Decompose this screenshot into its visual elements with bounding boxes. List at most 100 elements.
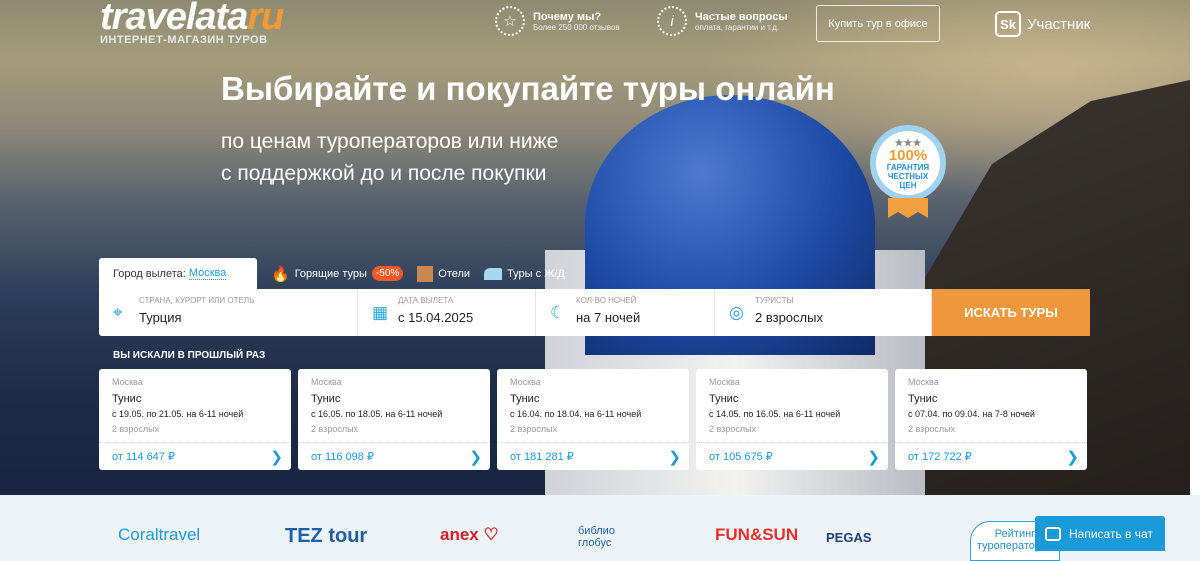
anex-logo[interactable]: anex ♡: [440, 525, 499, 545]
faq-link[interactable]: i Частые вопросы оплата, гарантии и т.д.: [657, 6, 788, 36]
search-tours-button[interactable]: ИСКАТЬ ТУРЫ: [932, 289, 1090, 336]
member-link[interactable]: Sk Участник: [995, 11, 1090, 37]
previous-searches: Москва Тунис с 19.05. по 21.05. на 6-11 но…: [99, 369, 1087, 470]
card-price: от 114 647 ₽: [112, 451, 175, 463]
fire-icon: 🔥: [271, 265, 290, 283]
card-destination: Тунис: [510, 393, 540, 405]
date-value[interactable]: с 15.04.2025: [398, 310, 535, 325]
user-icon: ◎: [729, 303, 744, 322]
badge-line: ЦЕН: [899, 181, 917, 190]
tourists-value[interactable]: 2 взрослых: [755, 310, 931, 325]
scrollbar[interactable]: [1190, 0, 1200, 495]
star-icon: ☆: [495, 6, 525, 36]
card-city: Москва: [709, 377, 740, 387]
tab-label: Туры с Ж/Д: [507, 267, 565, 280]
tab-label: Отели: [438, 267, 471, 280]
tez-tour-logo[interactable]: TEZ tour: [285, 525, 367, 548]
card-destination: Тунис: [908, 393, 938, 405]
chevron-right-icon: ❯: [668, 448, 681, 466]
search-card[interactable]: Москва Тунис с 16.05. по 18.05. на 6-11 но…: [298, 369, 490, 470]
city-link[interactable]: Москва: [188, 267, 227, 280]
search-card[interactable]: Москва Тунис с 14.05. по 16.05. на 6-11 но…: [696, 369, 888, 470]
coral-travel-logo[interactable]: Coraltravel: [118, 525, 200, 545]
card-destination: Тунис: [311, 393, 341, 405]
badge-line: ЧЕСТНЫХ: [887, 172, 929, 181]
destination-field[interactable]: ⌖ Страна, курорт или отель Турция: [99, 289, 358, 336]
fun-sun-logo[interactable]: FUN&SUN: [715, 525, 798, 545]
info-icon: i: [657, 6, 687, 36]
why-sub: Более 250 000 отзывов: [533, 22, 620, 32]
card-city: Москва: [510, 377, 541, 387]
page-title: Выбирайте и покупайте туры онлайн: [221, 70, 835, 107]
field-label: Кол-во ночей: [576, 296, 637, 305]
why-us-link[interactable]: ☆ Почему мы? Более 250 000 отзывов: [495, 6, 620, 36]
moon-icon: ☾: [550, 303, 566, 322]
logo-subtitle: ИНТЕРНЕТ-МАГАЗИН ТУРОВ: [100, 34, 268, 46]
search-form: ⌖ Страна, курорт или отель Турция ▦ Дата вы…: [99, 289, 1090, 336]
card-tourists: 2 взрослых: [908, 424, 956, 434]
logo[interactable]: travelataru ИНТЕРНЕТ-МАГАЗИН ТУРОВ: [100, 0, 284, 46]
card-dates: с 16.05. по 18.05. на 6-11 ночей: [311, 409, 443, 419]
hero-subtitle: по ценам туроператоров или ниже с поддерж…: [221, 126, 558, 190]
card-city: Москва: [311, 377, 342, 387]
tab-hot-tours[interactable]: 🔥 Горящие туры -50%: [271, 265, 404, 283]
card-dates: с 19.05. по 21.05. на 6-11 ночей: [112, 409, 244, 419]
train-icon: [484, 267, 503, 280]
search-card[interactable]: Москва Тунис с 19.05. по 21.05. на 6-11 но…: [99, 369, 291, 470]
pegas-logo[interactable]: PEGAS: [826, 530, 872, 545]
sk-icon: Sk: [995, 11, 1021, 37]
logo-ru: ru: [247, 0, 284, 38]
tab-label: Горящие туры: [294, 267, 367, 280]
search-tabs: Город вылета: Москва 🔥 Горящие туры -50% От…: [99, 258, 565, 289]
chat-icon: [1045, 526, 1061, 541]
faq-title: Частые вопросы: [695, 10, 788, 23]
guarantee-badge: ★★★ 100% ГАРАНТИЯ ЧЕСТНЫХ ЦЕН: [870, 125, 946, 201]
date-field[interactable]: ▦ Дата вылета с 15.04.2025: [358, 289, 536, 336]
card-destination: Тунис: [112, 393, 142, 405]
card-price: от 105 675 ₽: [709, 451, 773, 463]
search-card[interactable]: Москва Тунис с 16.04. по 18.04. на 6-11 но…: [497, 369, 689, 470]
chevron-right-icon: ❯: [270, 448, 283, 466]
field-label: Страна, курорт или отель: [139, 296, 255, 305]
faq-sub: оплата, гарантии и т.д.: [695, 22, 780, 32]
tab-rail-tours[interactable]: Туры с Ж/Д: [484, 267, 565, 280]
subtitle-line-2: с поддержкой до и после покупки: [221, 162, 547, 185]
card-destination: Тунис: [709, 393, 739, 405]
card-dates: с 16.04. по 18.04. на 6-11 ночей: [510, 409, 642, 419]
buy-in-office-button[interactable]: Купить тур в офисе: [816, 5, 940, 42]
location-pin-icon: ⌖: [113, 303, 123, 322]
card-tourists: 2 взрослых: [112, 424, 160, 434]
card-city: Москва: [908, 377, 939, 387]
previous-searches-title: ВЫ ИСКАЛИ В ПРОШЛЫЙ РАЗ: [113, 350, 266, 361]
logo-text: travelata: [100, 0, 248, 38]
chevron-right-icon: ❯: [867, 448, 880, 466]
departure-city[interactable]: Город вылета: Москва: [99, 258, 257, 289]
why-title: Почему мы?: [533, 10, 602, 23]
nights-field[interactable]: ☾ Кол-во ночей на 7 ночей: [536, 289, 715, 336]
card-dates: с 14.05. по 16.05. на 6-11 ночей: [709, 409, 841, 419]
card-tourists: 2 взрослых: [709, 424, 757, 434]
calendar-icon: ▦: [372, 303, 389, 322]
tab-hotels[interactable]: Отели: [417, 265, 471, 282]
card-price: от 181 281 ₽: [510, 451, 574, 463]
card-price: от 172 722 ₽: [908, 451, 972, 463]
field-label: Дата вылета: [398, 296, 454, 305]
hotel-icon: [417, 265, 434, 282]
nights-value[interactable]: на 7 ночей: [576, 310, 714, 325]
badge-percent: 100%: [888, 147, 928, 164]
destination-value[interactable]: Турция: [139, 310, 357, 325]
city-label: Город вылета:: [113, 267, 186, 280]
card-city: Москва: [112, 377, 143, 387]
subtitle-line-1: по ценам туроператоров или ниже: [221, 130, 559, 153]
card-tourists: 2 взрослых: [311, 424, 359, 434]
field-label: Туристы: [755, 296, 794, 305]
member-label: Участник: [1027, 15, 1091, 33]
card-price: от 116 098 ₽: [311, 451, 374, 463]
chat-button[interactable]: Написать в чат: [1035, 516, 1165, 551]
tourists-field[interactable]: ◎ Туристы 2 взрослых: [715, 289, 932, 336]
search-card[interactable]: Москва Тунис с 07.04. по 09.04. на 7-8 ноч…: [895, 369, 1087, 470]
chevron-right-icon: ❯: [1066, 448, 1079, 466]
card-tourists: 2 взрослых: [510, 424, 558, 434]
badge-line: ГАРАНТИЯ: [886, 163, 930, 172]
biblio-globus-logo[interactable]: библио глобус: [578, 525, 648, 549]
